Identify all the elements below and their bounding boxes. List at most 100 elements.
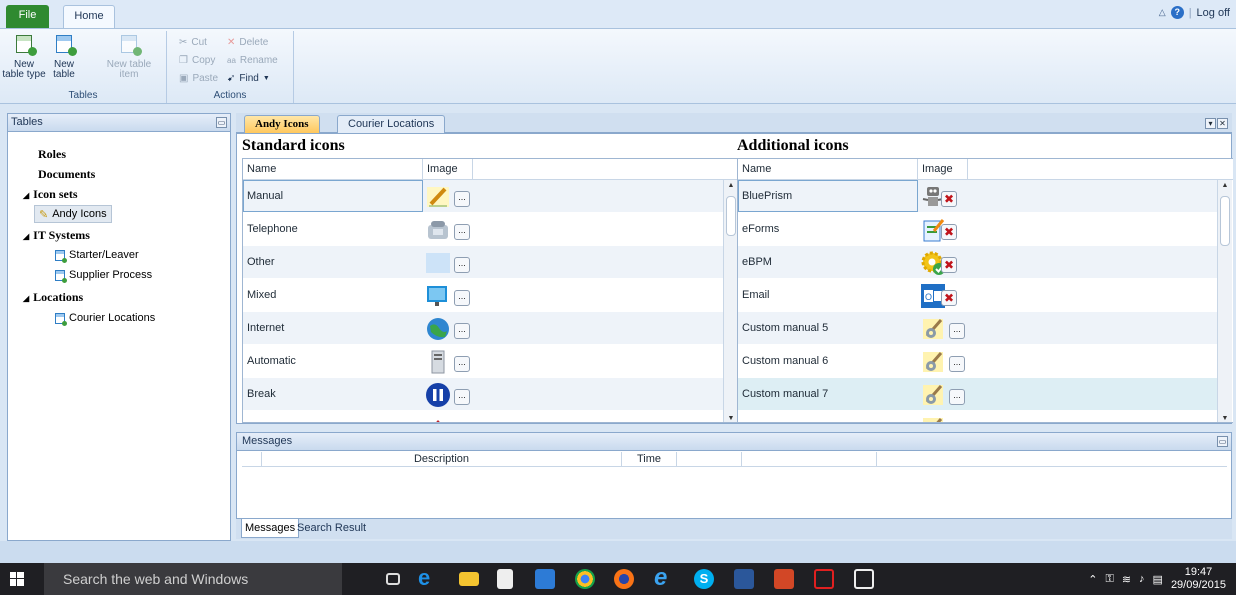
delete-image-button[interactable] xyxy=(941,257,957,273)
tab-messages[interactable]: Messages xyxy=(241,519,300,538)
paste-button[interactable]: ▣ Paste xyxy=(179,71,218,86)
row-name-cell[interactable]: Break xyxy=(247,388,276,400)
additional-row[interactable]: eBPM xyxy=(738,246,1218,279)
row-name-cell[interactable]: eBPM xyxy=(742,256,772,268)
tree-item-it-systems[interactable]: ◢ IT Systems xyxy=(23,228,90,243)
standard-grid-scrollbar[interactable]: ▲ ▼ xyxy=(723,180,737,422)
tree-item-courier-locations[interactable]: Courier Locations xyxy=(55,312,155,326)
standard-row[interactable]: Manual... xyxy=(243,180,723,213)
scroll-down-arrow[interactable]: ▼ xyxy=(1218,415,1232,422)
clock[interactable]: 19:47 29/09/2015 xyxy=(1171,566,1226,592)
row-name-cell[interactable]: eForms xyxy=(742,223,779,235)
additional-grid-scrollbar[interactable]: ▲ ▼ xyxy=(1217,180,1232,422)
column-header-time[interactable]: Time xyxy=(622,452,677,467)
browse-image-button[interactable]: ... xyxy=(454,224,470,240)
row-name-cell[interactable]: Internet xyxy=(247,322,284,334)
row-name-cell[interactable]: Email xyxy=(742,289,770,301)
row-name-cell[interactable]: Milestone xyxy=(247,421,294,422)
additional-row[interactable]: Custom manual 8... xyxy=(738,411,1218,423)
row-name-cell[interactable]: Custom manual 6 xyxy=(742,355,828,367)
additional-row[interactable]: eForms xyxy=(738,213,1218,246)
store-icon[interactable] xyxy=(497,569,513,589)
skype-icon[interactable]: S xyxy=(694,569,714,589)
tree-item-andy-icons[interactable]: ✎ Andy Icons xyxy=(34,205,112,223)
browse-image-button[interactable]: ... xyxy=(454,257,470,273)
edge-icon[interactable]: e xyxy=(418,567,438,589)
new-table-item-button[interactable]: New table item xyxy=(104,35,154,80)
row-name-cell[interactable]: Mixed xyxy=(247,289,276,301)
browse-image-button[interactable]: ... xyxy=(454,422,470,423)
collapse-sidebar-button[interactable]: ▭ xyxy=(216,117,227,128)
additional-row[interactable]: Custom manual 5... xyxy=(738,312,1218,345)
outlook-icon[interactable] xyxy=(535,569,555,589)
taskbar-search-box[interactable]: Search the web and Windows xyxy=(44,563,342,595)
row-name-cell[interactable]: Custom manual 7 xyxy=(742,388,828,400)
tree-item-supplier-process[interactable]: Supplier Process xyxy=(55,269,152,283)
tree-item-starter-leaver[interactable]: Starter/Leaver xyxy=(55,249,139,263)
windows-start-icon[interactable] xyxy=(10,572,24,586)
volume-icon[interactable]: ♪ xyxy=(1139,573,1145,585)
collapse-ribbon-icon[interactable]: △ xyxy=(1159,7,1166,18)
find-button[interactable]: ➹ Find ▼ xyxy=(227,71,270,86)
column-header-image[interactable]: Image xyxy=(918,159,968,180)
additional-row[interactable]: BluePrism xyxy=(738,180,1218,213)
collapse-messages-button[interactable]: ▭ xyxy=(1217,436,1228,447)
acrobat-icon[interactable] xyxy=(814,569,834,589)
delete-image-button[interactable] xyxy=(941,224,957,240)
row-name-cell[interactable]: BluePrism xyxy=(742,190,792,202)
photos-icon[interactable] xyxy=(854,569,874,589)
scroll-thumb[interactable] xyxy=(726,196,736,236)
task-view-icon[interactable] xyxy=(386,573,400,585)
tab-search-result[interactable]: Search Result xyxy=(294,519,369,538)
internet-explorer-icon[interactable]: e xyxy=(654,566,674,590)
scroll-down-arrow[interactable]: ▼ xyxy=(724,415,737,422)
browse-image-button[interactable]: ... xyxy=(949,356,965,372)
browse-image-button[interactable]: ... xyxy=(454,389,470,405)
browse-image-button[interactable]: ... xyxy=(454,356,470,372)
browse-image-button[interactable]: ... xyxy=(949,422,965,423)
row-name-cell[interactable]: Other xyxy=(247,256,275,268)
browse-image-button[interactable]: ... xyxy=(454,191,470,207)
row-name-cell[interactable]: Custom manual 5 xyxy=(742,322,828,334)
logoff-link[interactable]: Log off xyxy=(1197,7,1230,19)
expand-arrow-icon[interactable]: ◢ xyxy=(23,294,29,303)
column-header-image[interactable]: Image xyxy=(423,159,473,180)
row-name-cell[interactable]: Telephone xyxy=(247,223,298,235)
expand-arrow-icon[interactable]: ◢ xyxy=(23,191,29,200)
scroll-thumb[interactable] xyxy=(1220,196,1230,246)
column-header-description[interactable]: Description xyxy=(262,452,622,467)
new-table-button[interactable]: New table xyxy=(48,35,80,80)
cut-button[interactable]: ✂ Cut xyxy=(179,35,207,50)
standard-row[interactable]: Break... xyxy=(243,378,723,411)
notifications-icon[interactable]: ▤ xyxy=(1153,573,1163,586)
browse-image-button[interactable]: ... xyxy=(949,323,965,339)
delete-image-button[interactable] xyxy=(941,191,957,207)
rename-button[interactable]: aa Rename xyxy=(227,53,278,68)
tab-home[interactable]: Home xyxy=(63,5,115,28)
standard-row[interactable]: Milestone... xyxy=(243,411,723,423)
file-explorer-icon[interactable] xyxy=(459,572,479,586)
column-header-name[interactable]: Name xyxy=(243,159,423,180)
tree-item-locations[interactable]: ◢ Locations xyxy=(23,290,83,305)
tree-item-roles[interactable]: Roles xyxy=(38,147,66,162)
new-table-type-button[interactable]: New table type xyxy=(2,35,46,80)
standard-row[interactable]: Telephone... xyxy=(243,213,723,246)
scroll-up-arrow[interactable]: ▲ xyxy=(724,182,737,189)
firefox-icon[interactable] xyxy=(614,569,634,589)
column-header-name[interactable]: Name xyxy=(738,159,918,180)
powerpoint-icon[interactable] xyxy=(774,569,794,589)
tab-andy-icons[interactable]: Andy Icons xyxy=(244,115,320,133)
browse-image-button[interactable]: ... xyxy=(454,290,470,306)
tab-courier-locations[interactable]: Courier Locations xyxy=(337,115,446,133)
delete-image-button[interactable] xyxy=(941,290,957,306)
show-hidden-icons-icon[interactable]: ⌃ xyxy=(1088,573,1097,586)
column-header-extra[interactable] xyxy=(677,452,742,467)
wifi-icon[interactable]: ≋ xyxy=(1122,573,1131,586)
row-name-cell[interactable]: Automatic xyxy=(247,355,296,367)
close-icon[interactable]: ✕ xyxy=(1217,118,1228,129)
network-icon[interactable]: ⚿ xyxy=(1105,573,1113,586)
scroll-up-arrow[interactable]: ▲ xyxy=(1218,182,1232,189)
delete-button[interactable]: ✕ Delete xyxy=(227,35,268,50)
column-header-type[interactable] xyxy=(242,452,262,467)
browse-image-button[interactable]: ... xyxy=(454,323,470,339)
